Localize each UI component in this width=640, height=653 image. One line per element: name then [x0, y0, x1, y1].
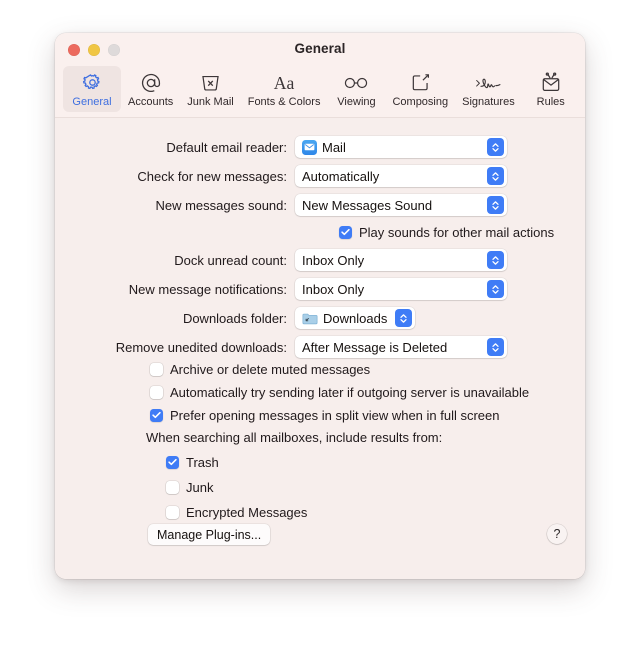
row-label: New messages sound:: [155, 197, 287, 213]
tab-label: General: [72, 96, 112, 108]
play-sounds-label: Play sounds for other mail actions: [359, 224, 555, 240]
stepper-arrows-icon[interactable]: [487, 280, 504, 298]
search-scope-heading: When searching all mailboxes, include re…: [146, 430, 443, 445]
option-label: Archive or delete muted messages: [170, 361, 371, 377]
tab-label: Composing: [392, 96, 449, 108]
row-new-message-notifications: New message notifications: Inbox Only: [55, 276, 585, 302]
tab-label: Fonts & Colors: [247, 96, 321, 108]
row-downloads-folder: Downloads folder: Downloads: [55, 305, 585, 331]
tab-label: Junk Mail: [187, 96, 234, 108]
stepper-arrows-icon[interactable]: [487, 138, 504, 156]
play-sounds-checkbox[interactable]: [339, 225, 352, 239]
row-remove-unedited-downloads: Remove unedited downloads: After Message…: [55, 334, 585, 360]
row-dock-unread-count: Dock unread count: Inbox Only: [55, 247, 585, 273]
general-options-group: Archive or delete muted messages Automat…: [150, 359, 529, 428]
search-scope-label: Encrypted Messages: [186, 504, 308, 520]
remove-unedited-downloads-popup[interactable]: After Message is Deleted: [295, 336, 507, 358]
search-scope-label: Trash: [186, 454, 219, 470]
tab-junk-mail[interactable]: Junk Mail: [180, 66, 240, 112]
help-button[interactable]: ?: [547, 524, 567, 544]
popup-value: Automatically: [302, 168, 380, 184]
search-scope-junk[interactable]: Junk: [166, 477, 442, 497]
compose-pencil-icon: [410, 70, 431, 95]
glasses-icon: [343, 70, 369, 95]
tab-viewing[interactable]: Viewing: [327, 66, 385, 112]
folder-icon: [302, 312, 318, 325]
row-check-for-new-messages: Check for new messages: Automatically: [55, 163, 585, 189]
search-scope-group: When searching all mailboxes, include re…: [146, 430, 442, 527]
popup-value: After Message is Deleted: [302, 339, 448, 355]
preferences-toolbar: General Accounts Junk Mail Aa Fonts & Co…: [55, 66, 585, 118]
tab-signatures[interactable]: Signatures: [455, 66, 522, 112]
trash-checkbox[interactable]: [166, 455, 179, 469]
popup-value: New Messages Sound: [302, 197, 433, 213]
svg-text:Aa: Aa: [274, 73, 295, 93]
option-label: Automatically try sending later if outgo…: [170, 384, 530, 400]
row-label: New message notifications:: [128, 281, 287, 297]
at-sign-icon: [140, 70, 162, 95]
tab-label: Rules: [536, 96, 565, 108]
font-aa-icon: Aa: [269, 70, 299, 95]
row-default-email-reader: Default email reader: Mail: [55, 134, 585, 160]
new-messages-sound-popup[interactable]: New Messages Sound: [295, 194, 507, 216]
window-titlebar: General: [55, 33, 585, 66]
downloads-folder-popup[interactable]: Downloads: [295, 307, 416, 329]
search-scope-encrypted[interactable]: Encrypted Messages: [166, 502, 442, 522]
search-scope-label: Junk: [186, 479, 214, 495]
auto-retry-send-checkbox[interactable]: [150, 385, 163, 399]
stepper-arrows-icon[interactable]: [487, 338, 504, 356]
tab-label: Viewing: [337, 96, 376, 108]
prefer-split-view-checkbox[interactable]: [150, 408, 163, 422]
row-label: Downloads folder:: [182, 310, 287, 326]
archive-muted-checkbox[interactable]: [150, 362, 163, 376]
window-title: General: [294, 41, 346, 56]
option-archive-muted-messages[interactable]: Archive or delete muted messages: [150, 359, 529, 379]
new-message-notifications-popup[interactable]: Inbox Only: [295, 278, 507, 300]
row-label: Dock unread count:: [174, 252, 287, 268]
option-auto-retry-send[interactable]: Automatically try sending later if outgo…: [150, 382, 529, 402]
preferences-content: Default email reader: Mail Check for new…: [55, 118, 585, 579]
junk-checkbox[interactable]: [166, 480, 179, 494]
signature-icon: [474, 70, 502, 95]
row-label: Check for new messages:: [137, 168, 287, 184]
encrypted-messages-checkbox[interactable]: [166, 505, 179, 519]
rules-envelope-icon: [540, 70, 562, 95]
check-for-new-messages-popup[interactable]: Automatically: [295, 165, 507, 187]
manage-plugins-button[interactable]: Manage Plug-ins...: [148, 524, 271, 545]
play-sounds-checkbox-row[interactable]: Play sounds for other mail actions: [339, 221, 585, 243]
stepper-arrows-icon[interactable]: [487, 196, 504, 214]
popup-value: Inbox Only: [302, 281, 365, 297]
stepper-arrows-icon[interactable]: [487, 167, 504, 185]
tab-label: Accounts: [128, 96, 174, 108]
option-label: Prefer opening messages in split view wh…: [170, 407, 500, 423]
tab-general[interactable]: General: [63, 66, 121, 112]
row-new-messages-sound: New messages sound: New Messages Sound: [55, 192, 585, 218]
tab-rules[interactable]: Rules: [522, 66, 580, 112]
gear-icon: [82, 70, 103, 95]
stepper-arrows-icon[interactable]: [395, 309, 413, 327]
popup-value: Downloads: [323, 310, 388, 326]
row-label: Default email reader:: [166, 139, 287, 155]
tab-composing[interactable]: Composing: [385, 66, 455, 112]
option-prefer-split-view[interactable]: Prefer opening messages in split view wh…: [150, 405, 529, 425]
desktop-background: General General Accounts Junk Mail Aa Fo…: [0, 0, 640, 653]
tab-fonts-and-colors[interactable]: Aa Fonts & Colors: [241, 66, 328, 112]
dock-unread-count-popup[interactable]: Inbox Only: [295, 249, 507, 271]
stepper-arrows-icon[interactable]: [487, 251, 504, 269]
settings-form: Default email reader: Mail Check for new…: [55, 134, 585, 363]
default-email-reader-popup[interactable]: Mail: [295, 136, 507, 158]
search-scope-trash[interactable]: Trash: [166, 452, 442, 472]
popup-value: Inbox Only: [302, 252, 365, 268]
mail-app-icon: [302, 139, 317, 155]
mail-preferences-window: General General Accounts Junk Mail Aa Fo…: [55, 33, 585, 579]
row-label: Remove unedited downloads:: [115, 339, 287, 355]
tab-accounts[interactable]: Accounts: [121, 66, 180, 112]
tab-label: Signatures: [462, 96, 515, 108]
junk-bin-icon: [200, 70, 221, 95]
popup-value: Mail: [322, 139, 346, 155]
